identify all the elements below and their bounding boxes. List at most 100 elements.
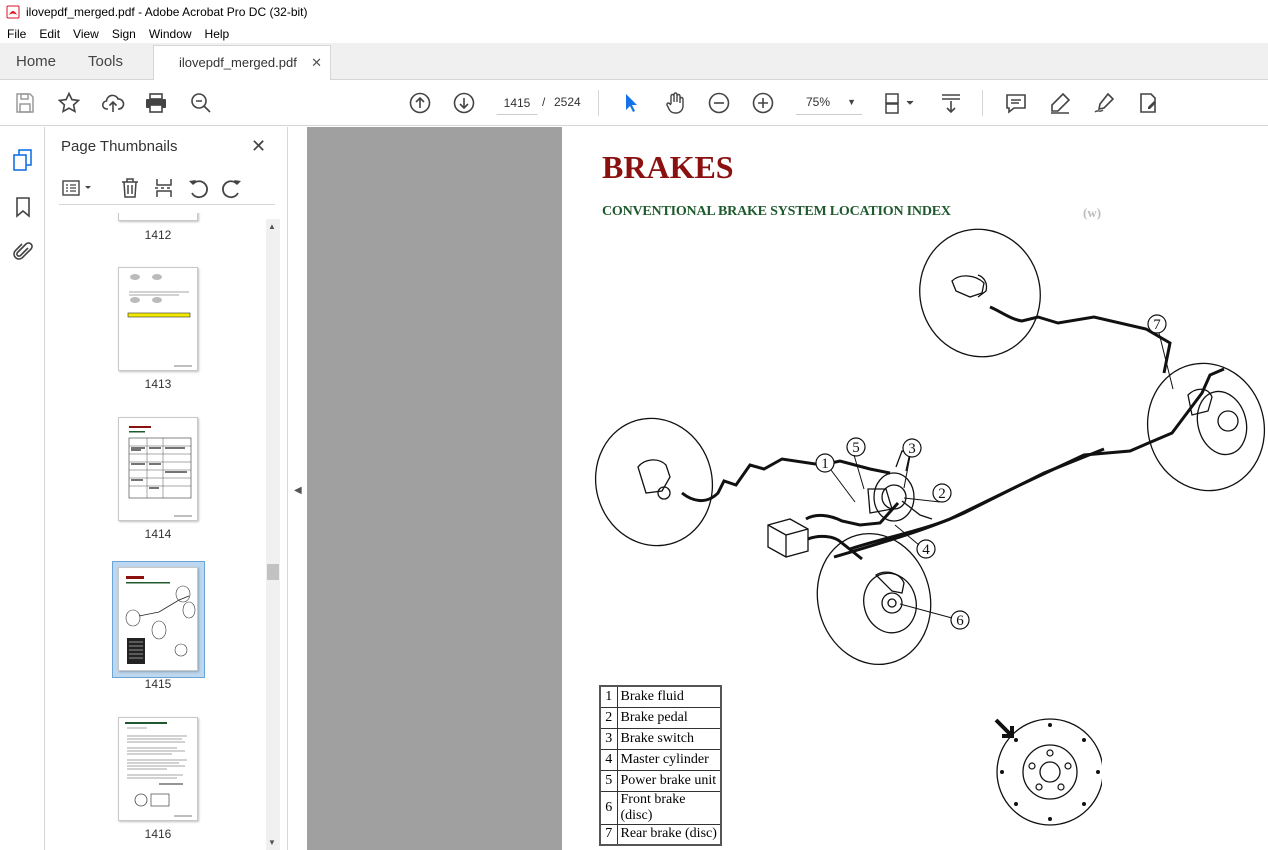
edit-pdf-icon[interactable] [1136,91,1160,115]
collapse-panel-icon[interactable]: ◀ [294,485,302,496]
delete-icon[interactable] [119,177,141,199]
close-icon[interactable]: ✕ [251,136,266,157]
thumbnail-page[interactable] [118,213,198,221]
toolbar [0,80,1268,126]
page-title: BRAKES [602,149,734,185]
hand-tool-icon[interactable] [663,91,687,115]
thumbnail-page-current[interactable] [118,567,198,671]
thumbnail-page[interactable] [118,267,198,371]
scroll-up-icon[interactable]: ▲ [268,222,276,231]
select-cursor-icon[interactable] [619,91,643,115]
menu-view[interactable]: View [66,27,105,41]
tab-tools[interactable]: Tools [88,43,123,80]
legend-row: 5 Power brake unit [599,769,722,792]
page-number-input[interactable]: 1415 [496,91,538,115]
pdf-page: BRAKES CONVENTIONAL BRAKE SYSTEM LOCATIO… [562,127,1268,850]
menu-sign[interactable]: Sign [105,27,142,41]
thumbnail-label: 1415 [144,677,172,691]
zoom-search-icon[interactable] [189,91,213,115]
star-icon[interactable] [57,91,81,115]
legend-row: 1 Brake fluid [599,685,722,708]
acrobat-app-icon [6,5,20,19]
sign-icon[interactable] [1092,91,1116,115]
page-subtitle: CONVENTIONAL BRAKE SYSTEM LOCATION INDEX [602,204,951,219]
tab-home[interactable]: Home [16,43,56,80]
menu-file[interactable]: File [0,27,32,41]
legend-label: Front brake (disc) [616,790,722,825]
thumbnail-options-icon[interactable] [61,177,95,199]
page-separator: / [542,95,546,109]
page-tag: (w) [1083,205,1102,220]
menu-help[interactable]: Help [198,27,236,41]
save-icon[interactable] [13,91,37,115]
page-thumbnails-panel: Page Thumbnails ✕ 1412 1413 1414 1415 14… [45,127,288,850]
close-icon[interactable]: ✕ [311,46,322,80]
callout-6: 6 [956,613,964,629]
left-navigation-rail [0,127,45,850]
tab-document-label: ilovepdf_merged.pdf [179,55,297,70]
legend-number: 4 [599,748,618,771]
legend-row: 3 Brake switch [599,727,722,750]
zoom-in-icon[interactable] [751,91,775,115]
zoom-select[interactable]: 75% ▼ [796,91,862,115]
highlight-pen-icon[interactable] [1048,91,1072,115]
page-thumbnails-icon[interactable] [11,148,35,172]
panel-title: Page Thumbnails [61,138,178,155]
legend-row: 2 Brake pedal [599,706,722,729]
previous-page-icon[interactable] [408,91,432,115]
panel-toolbar [59,175,275,205]
brake-system-diagram: 1 2 3 4 5 6 7 [594,228,1266,666]
legend-number: 6 [599,790,618,825]
thumbnail-label: 1412 [144,228,172,242]
callout-3: 3 [908,441,916,457]
legend-row: 6 Front brake (disc) [599,790,722,825]
title-bar: ilovepdf_merged.pdf - Adobe Acrobat Pro … [0,0,1268,24]
menu-bar: File Edit View Sign Window Help [0,24,1268,43]
thumbnail-label: 1414 [144,527,172,541]
legend-label: Brake switch [616,727,722,750]
legend-label: Brake fluid [616,685,722,708]
legend-number: 1 [599,685,618,708]
tab-document[interactable]: ilovepdf_merged.pdf ✕ [153,45,331,81]
legend-row: 4 Master cylinder [599,748,722,771]
zoom-out-icon[interactable] [707,91,731,115]
legend-number: 3 [599,727,618,750]
rotate-clockwise-icon[interactable] [221,177,243,199]
page-total: 2524 [554,95,581,109]
thumbnail-scrollbar[interactable]: ▲ ▼ [266,219,280,850]
next-page-icon[interactable] [452,91,476,115]
legend-number: 5 [599,769,618,792]
zoom-value: 75% [806,95,831,109]
chevron-down-icon: ▼ [847,97,856,107]
menu-window[interactable]: Window [142,27,198,41]
menu-edit[interactable]: Edit [32,27,66,41]
scroll-down-icon[interactable]: ▼ [268,838,276,847]
legend-label: Brake pedal [616,706,722,729]
attachment-icon[interactable] [11,240,35,264]
scrollbar-thumb[interactable] [267,564,279,580]
legend-number: 2 [599,706,618,729]
tab-bar: Home Tools ilovepdf_merged.pdf ✕ [0,43,1268,81]
upload-icon[interactable] [101,91,125,115]
window-title: ilovepdf_merged.pdf - Adobe Acrobat Pro … [26,5,308,19]
legend-row: 7 Rear brake (disc) [599,823,722,846]
scroll-mode-icon[interactable] [939,91,963,115]
comment-icon[interactable] [1004,91,1028,115]
arrow-icon [994,718,1014,738]
callout-2: 2 [938,486,946,502]
thumbnail-page[interactable] [118,417,198,521]
extract-pages-icon[interactable] [153,177,175,199]
callout-5: 5 [852,440,860,456]
legend-table: 1 Brake fluid 2 Brake pedal 3 Brake switch … [599,685,722,846]
legend-number: 7 [599,823,618,846]
print-icon[interactable] [144,91,168,115]
legend-label: Master cylinder [616,748,722,771]
page-display-icon[interactable] [883,91,919,115]
thumbnail-page[interactable] [118,717,198,821]
document-viewer: BRAKES CONVENTIONAL BRAKE SYSTEM LOCATIO… [307,127,1268,850]
legend-label: Rear brake (disc) [616,823,722,846]
panel-splitter[interactable]: ◀ [288,127,307,850]
rotate-counterclockwise-icon[interactable] [187,177,209,199]
bookmark-icon[interactable] [11,195,35,219]
thumbnail-list: 1412 1413 1414 1415 1416 [45,213,266,850]
